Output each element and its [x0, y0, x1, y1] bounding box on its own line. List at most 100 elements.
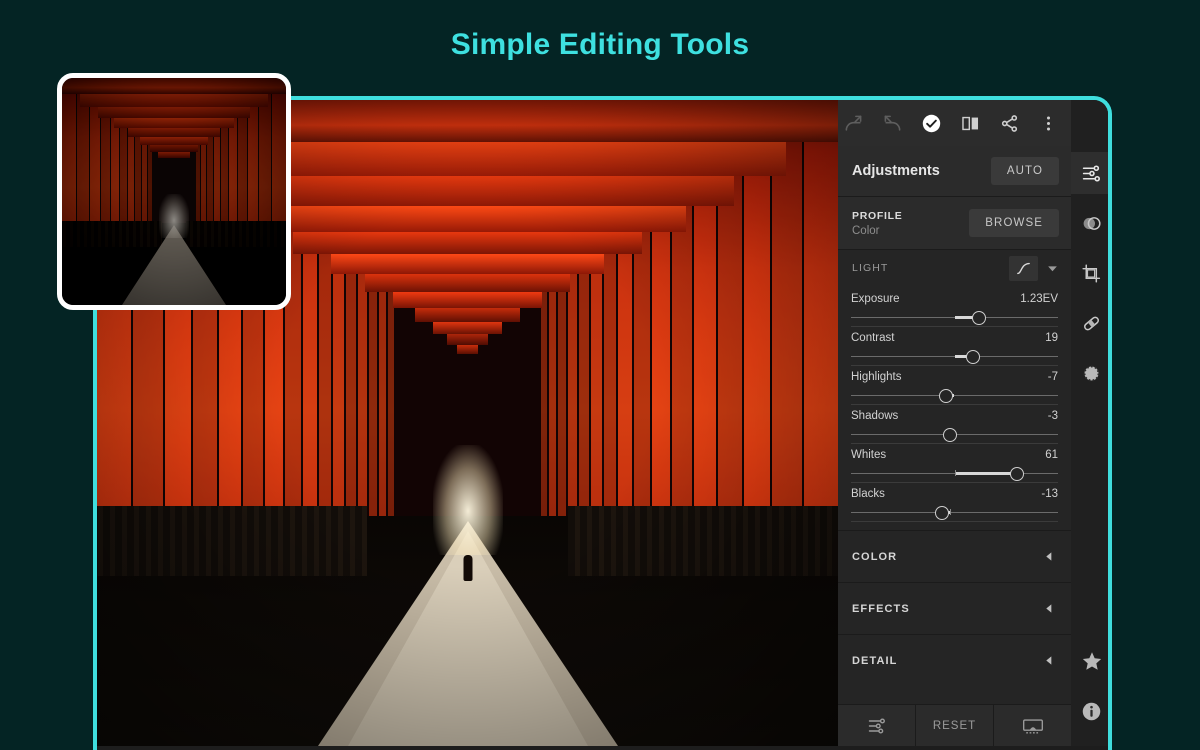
slider-fill: [955, 472, 1017, 475]
rail-item-rate[interactable]: [1071, 640, 1112, 682]
slider-track[interactable]: [851, 426, 1058, 444]
slider-name: Blacks: [851, 488, 885, 500]
torii-beam: [457, 345, 478, 354]
previous-edits-button[interactable]: [838, 705, 915, 746]
redo-icon[interactable]: [844, 114, 863, 133]
thumb-vignette: [62, 78, 286, 305]
slider-track[interactable]: [851, 387, 1058, 405]
torii-beam: [447, 334, 488, 345]
section-label: DETAIL: [852, 655, 898, 667]
browse-button[interactable]: BROWSE: [969, 209, 1059, 237]
rail-item-masking[interactable]: [1071, 202, 1112, 244]
slider-track[interactable]: [851, 465, 1058, 483]
tone-curve-icon[interactable]: [1009, 256, 1038, 281]
panel-title: Adjustments: [852, 163, 940, 179]
rail-item-presets[interactable]: [1071, 352, 1112, 394]
rail-item-info[interactable]: [1071, 690, 1112, 732]
light-sliders: Exposure 1.23EV Contrast 19 Highlights -7 Shad…: [838, 286, 1071, 530]
undo-icon[interactable]: [883, 114, 902, 133]
section-label: EFFECTS: [852, 603, 910, 615]
distant-figure: [463, 555, 472, 581]
profile-row[interactable]: PROFILE Color BROWSE: [838, 197, 1071, 250]
panel-bottom-bar: RESET: [838, 704, 1071, 746]
slider-value: 19: [1045, 332, 1058, 344]
slider-thumb[interactable]: [935, 506, 949, 520]
slider-row[interactable]: Whites 61: [851, 444, 1058, 483]
section-row-color[interactable]: COLOR: [838, 530, 1071, 582]
thumbnail-scene: [62, 78, 286, 305]
slider-tick: [955, 470, 956, 476]
rail-item-healing[interactable]: [1071, 302, 1112, 344]
torii-beam: [331, 254, 604, 274]
slider-thumb[interactable]: [939, 389, 953, 403]
torii-beam: [365, 274, 570, 292]
slider-thumb[interactable]: [972, 311, 986, 325]
slider-thumb[interactable]: [943, 428, 957, 442]
thumbnail-preview[interactable]: [57, 73, 291, 310]
slider-header: Exposure 1.23EV: [851, 293, 1058, 305]
slider-value: -7: [1048, 371, 1058, 383]
chevron-left-icon[interactable]: [1044, 603, 1055, 614]
slider-name: Highlights: [851, 371, 902, 383]
slider-name: Shadows: [851, 410, 898, 422]
slider-row[interactable]: Highlights -7: [851, 366, 1058, 405]
slider-value: 1.23EV: [1020, 293, 1058, 305]
slider-track[interactable]: [851, 309, 1058, 327]
torii-beam: [393, 292, 542, 308]
tool-rail: [1071, 100, 1112, 746]
before-after-icon[interactable]: [961, 114, 980, 133]
profile-value: Color: [852, 225, 902, 237]
slider-value: -3: [1048, 410, 1058, 422]
slider-header: Contrast 19: [851, 332, 1058, 344]
torii-beam: [249, 206, 686, 232]
versions-button[interactable]: [993, 705, 1071, 746]
chevron-left-icon[interactable]: [1044, 655, 1055, 666]
section-row-effects[interactable]: EFFECTS: [838, 582, 1071, 634]
slider-thumb[interactable]: [966, 350, 980, 364]
slider-name: Exposure: [851, 293, 900, 305]
reset-label: RESET: [933, 720, 976, 732]
share-icon[interactable]: [1000, 114, 1019, 133]
light-section-header[interactable]: LIGHT: [838, 250, 1071, 286]
torii-beam: [293, 232, 642, 254]
slider-line: [851, 395, 1058, 396]
slider-row[interactable]: Blacks -13: [851, 483, 1058, 522]
rail-item-crop[interactable]: [1071, 252, 1112, 294]
slider-name: Contrast: [851, 332, 894, 344]
reset-button[interactable]: RESET: [915, 705, 993, 746]
light-label: LIGHT: [852, 262, 888, 274]
slider-value: -13: [1041, 488, 1058, 500]
slider-row[interactable]: Exposure 1.23EV: [851, 288, 1058, 327]
panel-toolbar: [838, 100, 1071, 146]
rail-item-edit[interactable]: [1071, 152, 1112, 194]
page-title: Simple Editing Tools: [0, 28, 1200, 62]
torii-beam: [433, 322, 502, 334]
check-circle-icon[interactable]: [922, 114, 941, 133]
collapsed-sections: COLOR EFFECTS DETAIL: [838, 530, 1071, 686]
adjustments-header: Adjustments AUTO: [838, 146, 1071, 197]
slider-track[interactable]: [851, 348, 1058, 366]
slider-row[interactable]: Shadows -3: [851, 405, 1058, 444]
slider-tick: [950, 509, 951, 515]
adjustments-panel: Adjustments AUTO PROFILE Color BROWSE LI…: [838, 100, 1071, 746]
slider-row[interactable]: Contrast 19: [851, 327, 1058, 366]
section-row-detail[interactable]: DETAIL: [838, 634, 1071, 686]
profile-text-group: PROFILE Color: [852, 210, 902, 237]
slider-header: Blacks -13: [851, 488, 1058, 500]
path-light-glow: [433, 445, 503, 555]
slider-thumb[interactable]: [1010, 467, 1024, 481]
chevron-down-icon[interactable]: [1046, 262, 1059, 275]
chevron-left-icon[interactable]: [1044, 551, 1055, 562]
slider-line: [851, 512, 1058, 513]
slider-track[interactable]: [851, 504, 1058, 522]
slider-header: Shadows -3: [851, 410, 1058, 422]
slider-header: Whites 61: [851, 449, 1058, 461]
overflow-menu-icon[interactable]: [1039, 114, 1058, 133]
auto-button[interactable]: AUTO: [991, 157, 1059, 185]
torii-beam: [415, 308, 520, 322]
profile-label: PROFILE: [852, 210, 902, 222]
section-label: COLOR: [852, 551, 897, 563]
slider-name: Whites: [851, 449, 886, 461]
slider-value: 61: [1045, 449, 1058, 461]
slider-header: Highlights -7: [851, 371, 1058, 383]
